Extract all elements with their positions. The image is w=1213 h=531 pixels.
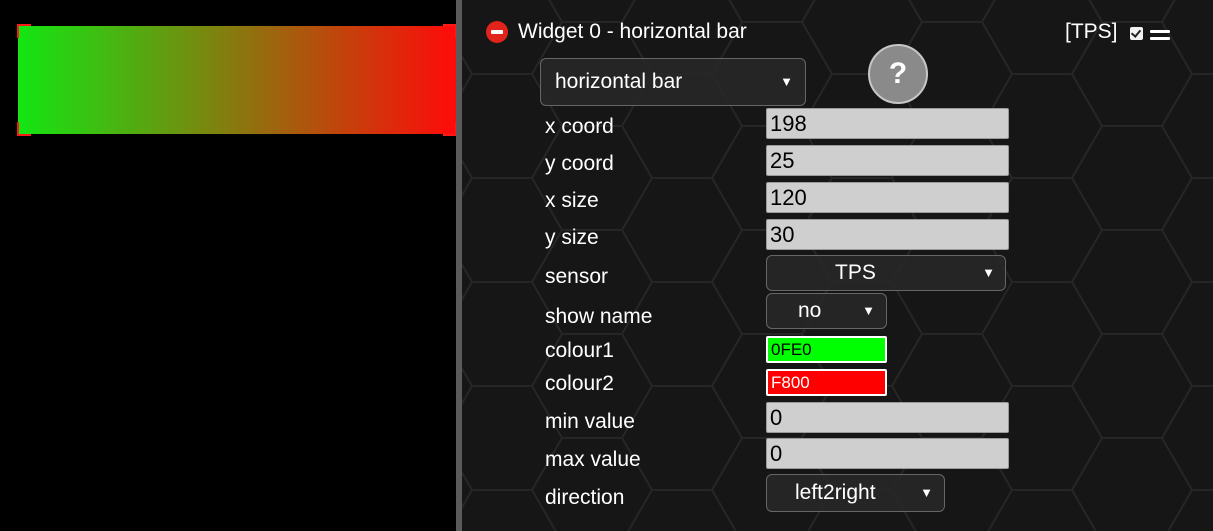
remove-widget-icon[interactable] xyxy=(486,21,508,43)
min-value-label: min value xyxy=(545,410,635,433)
checkbox-icon[interactable] xyxy=(1130,27,1143,40)
sensor-select[interactable]: TPS ▼ xyxy=(766,255,1006,291)
selection-handle-top-right[interactable] xyxy=(443,24,457,38)
hamburger-menu-icon[interactable] xyxy=(1150,30,1170,42)
x-coord-input[interactable]: 198 xyxy=(766,108,1009,139)
y-size-input[interactable]: 30 xyxy=(766,219,1009,250)
selection-handle-bottom-left[interactable] xyxy=(17,122,31,136)
chevron-down-icon: ▼ xyxy=(862,303,875,318)
x-size-label: x size xyxy=(545,189,599,212)
min-value-input[interactable]: 0 xyxy=(766,402,1009,433)
help-icon[interactable]: ? xyxy=(868,44,928,104)
widget-type-select[interactable]: horizontal bar ▼ xyxy=(540,58,806,106)
chevron-down-icon: ▼ xyxy=(780,74,793,89)
x-coord-label: x coord xyxy=(545,115,614,138)
widget-settings-panel: Widget 0 - horizontal bar [TPS] horizont… xyxy=(462,0,1213,531)
widget-title: Widget 0 - horizontal bar xyxy=(518,20,747,43)
show-name-select[interactable]: no ▼ xyxy=(766,293,887,329)
chevron-down-icon: ▼ xyxy=(982,265,995,280)
colour2-label: colour2 xyxy=(545,372,614,395)
colour1-input[interactable]: 0FE0 xyxy=(766,336,887,363)
widget-type-value: horizontal bar xyxy=(555,70,683,93)
max-value-input[interactable]: 0 xyxy=(766,438,1009,469)
widget-preview-canvas[interactable] xyxy=(0,0,457,531)
y-coord-label: y coord xyxy=(545,152,614,175)
sensor-label: sensor xyxy=(545,265,609,288)
chevron-down-icon: ▼ xyxy=(920,485,933,500)
sensor-tag: [TPS] xyxy=(1065,20,1118,43)
colour2-input[interactable]: F800 xyxy=(766,369,887,396)
colour1-label: colour1 xyxy=(545,339,614,362)
show-name-value: no xyxy=(798,299,822,322)
y-coord-input[interactable]: 25 xyxy=(766,145,1009,176)
selection-handle-bottom-right[interactable] xyxy=(443,122,457,136)
direction-select[interactable]: left2right ▼ xyxy=(766,474,945,512)
widget-header: Widget 0 - horizontal bar [TPS] xyxy=(462,8,1213,52)
y-size-label: y size xyxy=(545,226,599,249)
max-value-label: max value xyxy=(545,448,641,471)
direction-value: left2right xyxy=(795,481,876,504)
x-size-input[interactable]: 120 xyxy=(766,182,1009,213)
sensor-value: TPS xyxy=(835,261,876,284)
show-name-label: show name xyxy=(545,305,653,328)
horizontal-bar-widget[interactable] xyxy=(18,26,456,134)
direction-label: direction xyxy=(545,486,625,509)
selection-handle-top-left[interactable] xyxy=(17,24,31,38)
